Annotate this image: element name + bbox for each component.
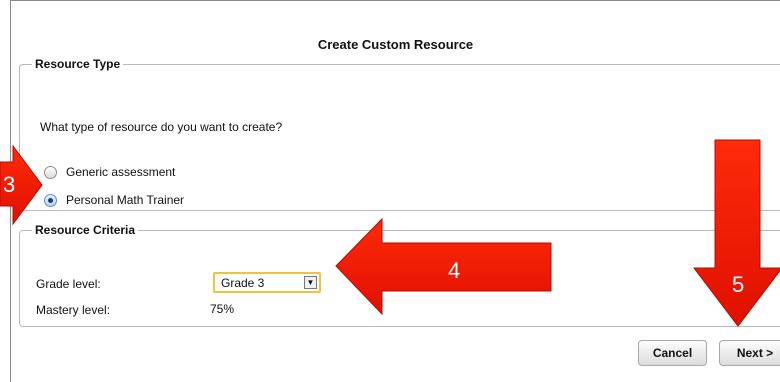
step4-number: 4 <box>448 258 461 283</box>
step5-number: 5 <box>732 272 745 297</box>
step5-arrow <box>692 139 780 327</box>
annotation-overlay <box>0 139 780 327</box>
step4-arrow <box>335 217 552 316</box>
step3-number: 3 <box>3 172 16 197</box>
